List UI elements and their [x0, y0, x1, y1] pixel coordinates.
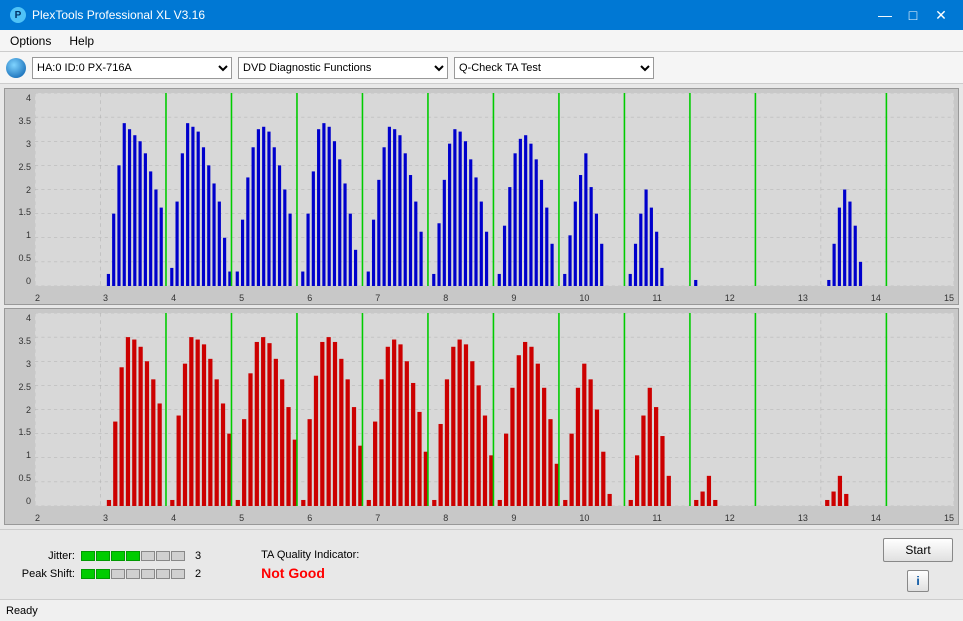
ta-quality-label: TA Quality Indicator: [261, 549, 359, 561]
ta-quality-value: Not Good [261, 565, 325, 581]
status-section: Jitter: 3 Peak Shift: [0, 529, 963, 599]
top-chart-x-labels: 2 3 4 5 6 7 8 9 10 11 12 13 14 15 [35, 293, 954, 303]
jitter-value: 3 [195, 550, 201, 562]
jitter-label: Jitter: [10, 550, 75, 562]
bottom-chart-svg [35, 313, 954, 506]
jitter-seg-5 [141, 551, 155, 561]
device-icon [6, 58, 26, 78]
top-chart-inner [35, 93, 954, 286]
info-button[interactable]: i [907, 570, 929, 592]
menu-help[interactable]: Help [65, 32, 98, 50]
bottom-chart-inner [35, 313, 954, 506]
jitter-seg-3 [111, 551, 125, 561]
ta-quality-section: TA Quality Indicator: Not Good [261, 549, 359, 581]
peakshift-value: 2 [195, 568, 201, 580]
peakshift-seg-5 [141, 569, 155, 579]
status-bar: Ready [0, 599, 963, 621]
status-text: Ready [6, 605, 38, 617]
peakshift-label: Peak Shift: [10, 568, 75, 580]
maximize-button[interactable]: □ [901, 5, 925, 25]
peakshift-seg-2 [96, 569, 110, 579]
jitter-seg-2 [96, 551, 110, 561]
jitter-section: Jitter: 3 Peak Shift: [10, 550, 201, 580]
menu-options[interactable]: Options [6, 32, 55, 50]
jitter-bar [81, 551, 185, 561]
close-button[interactable]: ✕ [929, 5, 953, 25]
peakshift-bar [81, 569, 185, 579]
peakshift-seg-1 [81, 569, 95, 579]
menu-bar: Options Help [0, 30, 963, 52]
peakshift-seg-6 [156, 569, 170, 579]
bottom-chart: 4 3.5 3 2.5 2 1.5 1 0.5 0 [4, 308, 959, 525]
jitter-seg-6 [156, 551, 170, 561]
title-bar-left: P PlexTools Professional XL V3.16 [10, 7, 205, 23]
peakshift-seg-4 [126, 569, 140, 579]
main-content: 4 3.5 3 2.5 2 1.5 1 0.5 0 [0, 84, 963, 529]
top-chart-svg [35, 93, 954, 286]
minimize-button[interactable]: — [873, 5, 897, 25]
function-select[interactable]: DVD Diagnostic Functions [238, 57, 448, 79]
test-select[interactable]: Q-Check TA Test [454, 57, 654, 79]
jitter-seg-7 [171, 551, 185, 561]
peakshift-seg-7 [171, 569, 185, 579]
jitter-row: Jitter: 3 [10, 550, 201, 562]
app-title: PlexTools Professional XL V3.16 [32, 8, 205, 22]
title-bar: P PlexTools Professional XL V3.16 — □ ✕ [0, 0, 963, 30]
window-controls: — □ ✕ [873, 5, 953, 25]
peakshift-seg-3 [111, 569, 125, 579]
toolbar: HA:0 ID:0 PX-716A DVD Diagnostic Functio… [0, 52, 963, 84]
start-button[interactable]: Start [883, 538, 953, 562]
bottom-chart-x-labels: 2 3 4 5 6 7 8 9 10 11 12 13 14 15 [35, 513, 954, 523]
peakshift-row: Peak Shift: 2 [10, 568, 201, 580]
top-chart-y-labels: 4 3.5 3 2.5 2 1.5 1 0.5 0 [7, 93, 33, 286]
jitter-seg-1 [81, 551, 95, 561]
jitter-seg-4 [126, 551, 140, 561]
device-select[interactable]: HA:0 ID:0 PX-716A [32, 57, 232, 79]
bottom-chart-y-labels: 4 3.5 3 2.5 2 1.5 1 0.5 0 [7, 313, 33, 506]
app-icon: P [10, 7, 26, 23]
top-chart: 4 3.5 3 2.5 2 1.5 1 0.5 0 [4, 88, 959, 305]
start-btn-area: Start i [883, 538, 953, 592]
